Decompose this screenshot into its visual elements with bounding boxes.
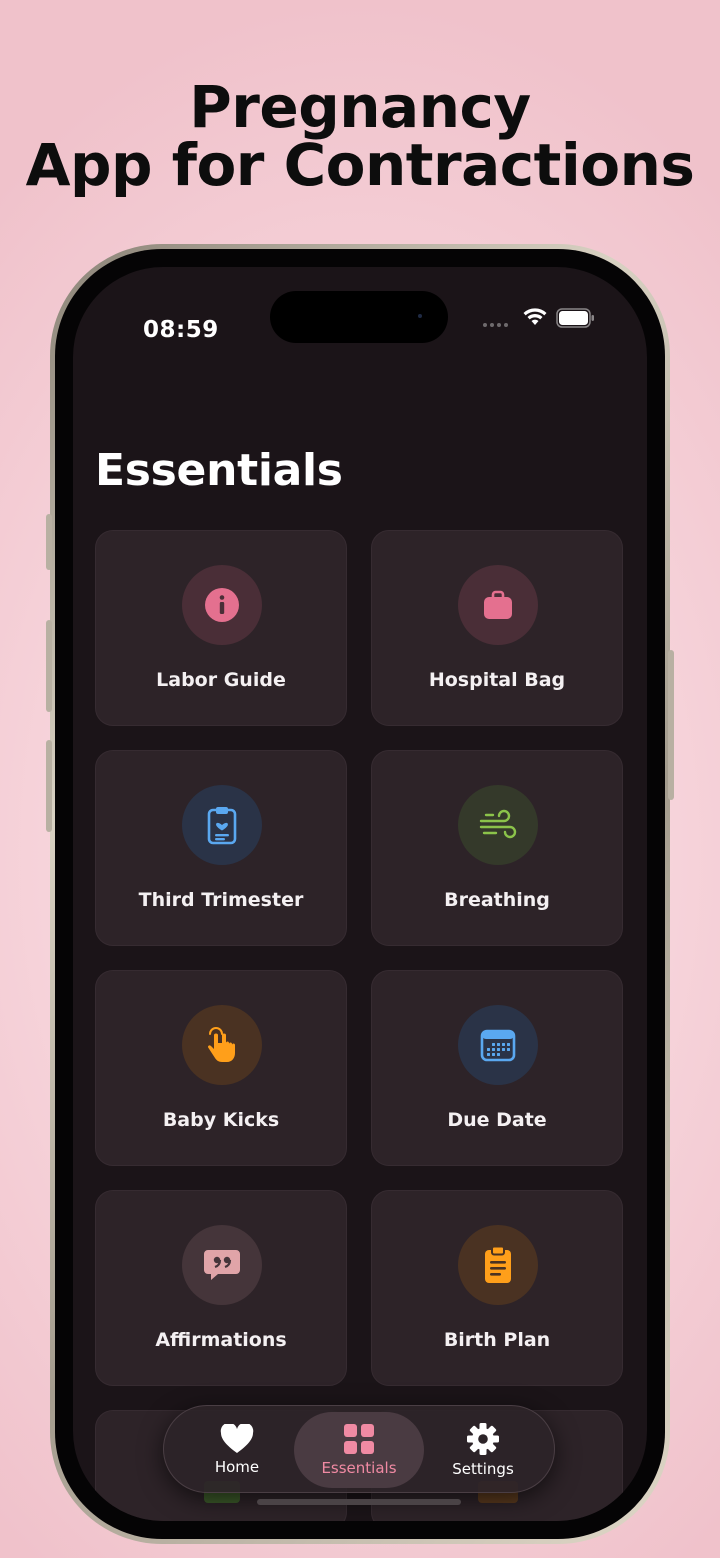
marketing-headline: Pregnancy App for Contractions [0, 78, 720, 194]
quote-bubble-icon-circle [182, 1225, 262, 1305]
card-baby-kicks[interactable]: Baby Kicks [95, 970, 347, 1166]
power-button [668, 650, 674, 800]
calendar-icon [480, 1029, 516, 1062]
card-third-trimester[interactable]: Third Trimester [95, 750, 347, 946]
card-label: Affirmations [155, 1329, 287, 1351]
card-birth-plan[interactable]: Birth Plan [371, 1190, 623, 1386]
card-label: Third Trimester [138, 889, 304, 911]
tab-essentials[interactable]: Essentials [294, 1412, 424, 1488]
clipboard-heart-icon [207, 807, 237, 845]
dynamic-island [270, 291, 448, 343]
info-icon [205, 588, 239, 622]
tab-bar: Home Essentials Settings [163, 1405, 555, 1493]
card-breathing[interactable]: Breathing [371, 750, 623, 946]
phone-screen: 08:59 Essentials Labor Guide Hospital Ba… [73, 267, 647, 1521]
phone-frame: 08:59 Essentials Labor Guide Hospital Ba… [46, 244, 674, 1544]
wind-icon [479, 809, 517, 839]
gear-icon [467, 1423, 499, 1455]
card-label: Hospital Bag [428, 669, 566, 691]
clipboard-heart-icon-circle [182, 785, 262, 865]
status-time: 08:59 [143, 317, 219, 343]
volume-up-button [46, 620, 52, 712]
tap-hand-icon-circle [182, 1005, 262, 1085]
card-label: Breathing [444, 889, 550, 911]
info-icon-circle [182, 565, 262, 645]
tap-hand-icon [208, 1027, 235, 1062]
page-title: Essentials [95, 445, 343, 496]
card-hospital-bag[interactable]: Hospital Bag [371, 530, 623, 726]
card-due-date[interactable]: Due Date [371, 970, 623, 1166]
camera-icon [418, 314, 422, 318]
clipboard-list-icon [485, 1245, 511, 1283]
battery-icon [556, 308, 594, 328]
clipboard-list-icon-circle [458, 1225, 538, 1305]
action-button [46, 514, 52, 570]
tab-settings[interactable]: Settings [418, 1412, 548, 1488]
headline-line-2: App for Contractions [25, 131, 695, 199]
card-label: Birth Plan [443, 1329, 551, 1351]
bag-icon [484, 590, 512, 619]
wifi-icon [523, 308, 547, 325]
grid-icon [344, 1424, 374, 1454]
tab-label: Essentials [321, 1459, 397, 1477]
calendar-icon-circle [458, 1005, 538, 1085]
card-label: Baby Kicks [162, 1109, 280, 1131]
volume-down-button [46, 740, 52, 832]
quote-bubble-icon [204, 1250, 240, 1280]
bag-icon-circle [458, 565, 538, 645]
card-affirmations[interactable]: Affirmations [95, 1190, 347, 1386]
card-label: Labor Guide [156, 669, 286, 691]
card-labor-guide[interactable]: Labor Guide [95, 530, 347, 726]
heart-icon [220, 1424, 254, 1453]
tab-label: Settings [452, 1460, 514, 1478]
signal-dots-icon [483, 323, 508, 327]
tab-label: Home [214, 1458, 260, 1476]
card-label: Due Date [447, 1109, 547, 1131]
headline-line-1: Pregnancy [189, 73, 531, 141]
phone-bezel: 08:59 Essentials Labor Guide Hospital Ba… [55, 249, 665, 1539]
wind-icon-circle [458, 785, 538, 865]
home-indicator [257, 1499, 461, 1505]
tab-home[interactable]: Home [172, 1412, 302, 1488]
